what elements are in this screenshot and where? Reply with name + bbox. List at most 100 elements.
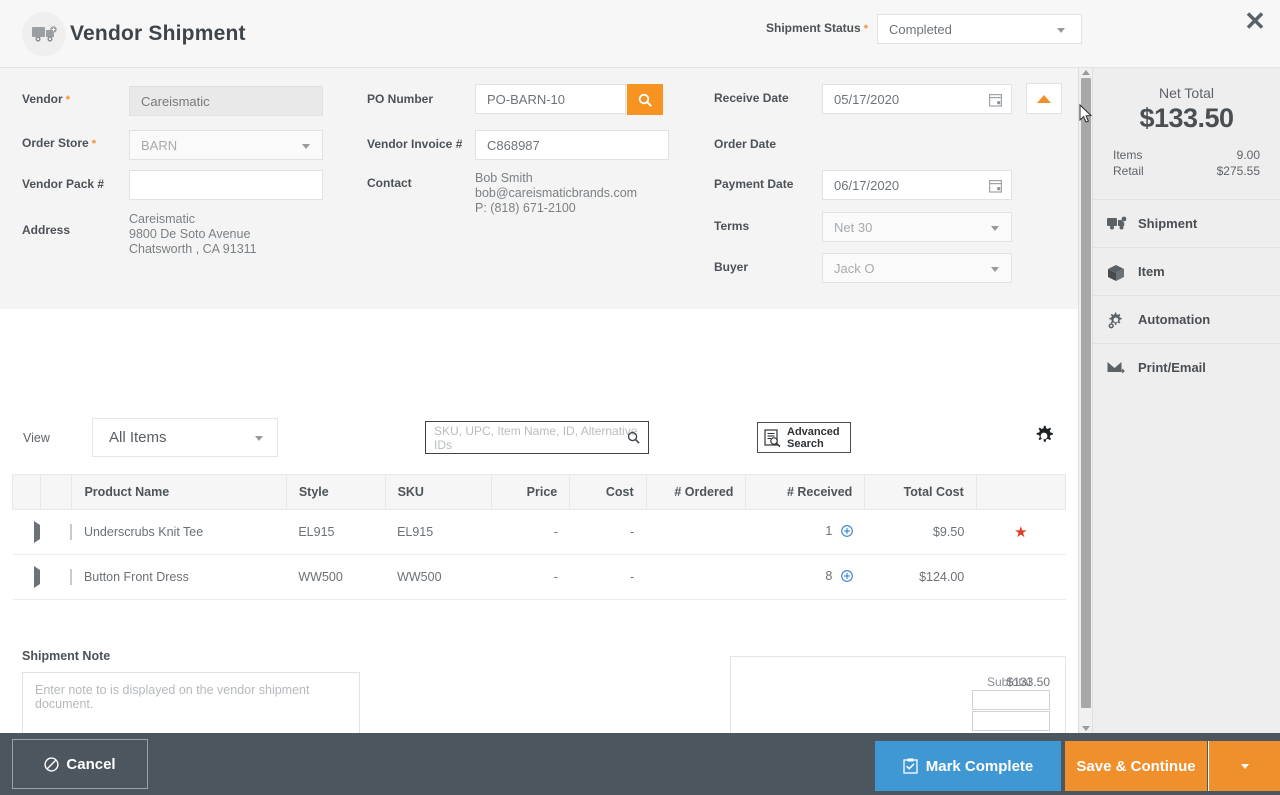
address-value: Careismatic 9800 De Soto Avenue Chatswor… xyxy=(129,212,257,257)
scrollbar-thumb[interactable] xyxy=(1081,78,1091,708)
advanced-search-line1: Advanced xyxy=(787,426,840,438)
contact-email: bob@careismaticbrands.com xyxy=(475,186,637,201)
table-row[interactable]: Underscrubs Knit Tee EL915 EL915 - - 1 xyxy=(13,510,1066,555)
row-checkbox[interactable] xyxy=(70,524,72,540)
vendor-pack-field[interactable] xyxy=(129,170,323,200)
table-row[interactable]: Button Front Dress WW500 WW500 - - 8 xyxy=(13,555,1066,600)
po-number-value: PO-BARN-10 xyxy=(487,92,565,107)
advanced-search-button[interactable]: Advanced Search xyxy=(757,422,851,453)
th-ordered[interactable]: # Ordered xyxy=(646,475,746,510)
sidebar-retail-row: Retail $275.55 xyxy=(1093,164,1280,180)
main-content: Vendor* Careismatic Order Store* BARN Ve… xyxy=(0,68,1078,733)
th-style[interactable]: Style xyxy=(286,475,385,510)
chevron-right-icon xyxy=(34,521,40,543)
po-search-button[interactable] xyxy=(627,84,663,115)
shipment-form-panel: Vendor* Careismatic Order Store* BARN Ve… xyxy=(0,68,1078,309)
payment-date-field[interactable]: 06/17/2020 xyxy=(822,170,1012,200)
row-expand-toggle[interactable] xyxy=(13,510,41,555)
cell-style: WW500 xyxy=(286,555,385,600)
add-received-icon[interactable] xyxy=(841,570,853,585)
shipment-note-textarea[interactable]: Enter note to is displayed on the vendor… xyxy=(22,672,360,733)
view-value: All Items xyxy=(109,429,167,446)
item-search-input[interactable]: SKU, UPC, Item Name, ID, Alternative IDs xyxy=(425,421,649,454)
required-asterisk: * xyxy=(66,94,70,106)
cell-ordered xyxy=(646,510,746,555)
required-asterisk: * xyxy=(92,138,96,150)
cell-cost: - xyxy=(570,555,646,600)
shipment-status-select[interactable]: Completed xyxy=(877,14,1082,44)
chevron-down-icon xyxy=(991,226,999,231)
vendor-field[interactable]: Careismatic xyxy=(129,86,323,116)
sidebar-item-print-email-label: Print/Email xyxy=(1138,360,1206,375)
shipping-input[interactable] xyxy=(972,690,1050,710)
sidebar-net-total-label: Net Total xyxy=(1093,68,1280,101)
scroll-up-arrow-icon[interactable] xyxy=(1082,70,1090,75)
cell-received-value: 1 xyxy=(825,524,832,538)
th-expand xyxy=(13,475,41,510)
th-select xyxy=(40,475,72,510)
cell-received[interactable]: 1 xyxy=(746,510,865,555)
order-store-select[interactable]: BARN xyxy=(129,130,323,160)
sidebar-item-print-email[interactable]: Print/Email xyxy=(1093,343,1280,391)
gear-icon[interactable] xyxy=(1033,425,1055,450)
po-number-label: PO Number xyxy=(367,92,433,106)
cell-sku: EL915 xyxy=(385,510,491,555)
search-icon xyxy=(638,93,652,107)
collapse-panel-button[interactable] xyxy=(1026,83,1062,114)
th-total-cost[interactable]: Total Cost xyxy=(865,475,976,510)
th-received[interactable]: # Received xyxy=(746,475,865,510)
window-header: Vendor Shipment Shipment Status* Complet… xyxy=(0,0,1280,68)
vendor-label: Vendor* xyxy=(22,92,70,106)
row-checkbox-cell[interactable] xyxy=(40,555,72,600)
shipment-status-value: Completed xyxy=(889,22,952,37)
sidebar-item-automation[interactable]: Automation xyxy=(1093,295,1280,343)
vendor-value: Careismatic xyxy=(141,94,210,109)
box-icon xyxy=(1107,264,1127,285)
totals-panel: Subtotal $133.50 Shipping Misc Net Total… xyxy=(730,656,1066,733)
row-checkbox-cell[interactable] xyxy=(40,510,72,555)
sidebar-items-row: Items 9.00 xyxy=(1093,148,1280,164)
payment-date-label: Payment Date xyxy=(714,177,793,191)
cell-cost: - xyxy=(570,510,646,555)
cell-product-name: Underscrubs Knit Tee xyxy=(72,510,286,555)
cell-flag[interactable]: ★ xyxy=(976,510,1065,555)
misc-input[interactable] xyxy=(972,711,1050,731)
view-select[interactable]: All Items xyxy=(92,418,278,457)
row-expand-toggle[interactable] xyxy=(13,555,41,600)
mark-complete-button-label: Mark Complete xyxy=(926,758,1034,775)
scroll-down-arrow-icon[interactable] xyxy=(1082,726,1090,731)
terms-select[interactable]: Net 30 xyxy=(822,212,1012,242)
calendar-icon xyxy=(989,179,1002,193)
sidebar-item-item-label: Item xyxy=(1138,264,1165,279)
vendor-invoice-field[interactable]: C868987 xyxy=(475,130,669,160)
save-continue-dropdown-button[interactable] xyxy=(1208,741,1280,791)
receive-date-field[interactable]: 05/17/2020 xyxy=(822,84,1012,114)
vendor-label-text: Vendor xyxy=(22,92,63,106)
th-cost[interactable]: Cost xyxy=(570,475,646,510)
sidebar-item-shipment[interactable]: Shipment xyxy=(1093,199,1280,247)
vertical-scrollbar[interactable] xyxy=(1078,68,1092,733)
vendor-invoice-value: C868987 xyxy=(487,138,540,153)
add-received-icon[interactable] xyxy=(841,525,853,540)
buyer-select[interactable]: Jack O xyxy=(822,253,1012,283)
row-checkbox[interactable] xyxy=(70,569,72,585)
sidebar-item-item[interactable]: Item xyxy=(1093,247,1280,295)
sidebar-items-label: Items xyxy=(1113,148,1142,162)
cell-received[interactable]: 8 xyxy=(746,555,865,600)
mark-complete-button[interactable]: Mark Complete xyxy=(875,741,1061,791)
cancel-button[interactable]: Cancel xyxy=(12,739,148,789)
th-price[interactable]: Price xyxy=(491,475,570,510)
cancel-button-label: Cancel xyxy=(66,756,115,773)
truck-icon xyxy=(1107,216,1127,233)
receive-date-value: 05/17/2020 xyxy=(834,92,899,107)
th-sku[interactable]: SKU xyxy=(385,475,491,510)
checklist-icon xyxy=(903,758,918,774)
cell-flag[interactable] xyxy=(976,555,1065,600)
po-number-field[interactable]: PO-BARN-10 xyxy=(475,84,626,114)
save-continue-button[interactable]: Save & Continue xyxy=(1065,741,1207,791)
save-continue-button-label: Save & Continue xyxy=(1076,758,1195,775)
buyer-value: Jack O xyxy=(834,261,874,276)
gear-icon xyxy=(1107,312,1127,333)
th-product-name[interactable]: Product Name xyxy=(72,475,286,510)
close-icon[interactable]: ✕ xyxy=(1238,4,1272,38)
